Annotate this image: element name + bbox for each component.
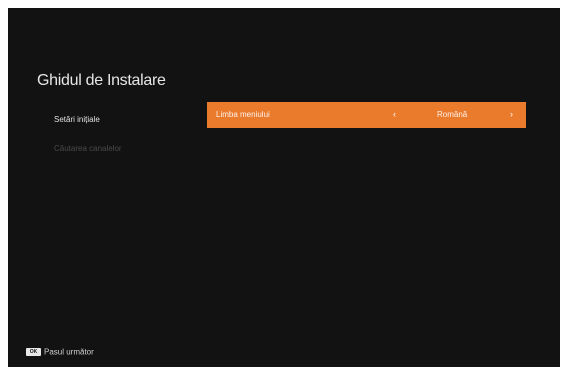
menu-language-value: Română xyxy=(437,110,468,119)
installation-guide-screen: Ghidul de Instalare Setări inițiale Căut… xyxy=(8,8,560,367)
menu-language-setting[interactable]: Limba meniului ‹ Română › xyxy=(207,102,526,128)
sidebar-item-channel-search[interactable]: Căutarea canalelor xyxy=(54,144,122,153)
page-title: Ghidul de Instalare xyxy=(37,72,166,89)
next-step-label: Pasul următor xyxy=(44,347,94,357)
menu-language-label: Limba meniului xyxy=(216,110,270,119)
ok-key-icon: OK xyxy=(26,347,41,356)
sidebar-item-initial-settings[interactable]: Setări inițiale xyxy=(54,115,100,124)
chevron-left-icon[interactable]: ‹ xyxy=(393,109,396,119)
footer-hint: OK Pasul următor xyxy=(26,347,94,359)
chevron-right-icon[interactable]: › xyxy=(510,109,513,119)
